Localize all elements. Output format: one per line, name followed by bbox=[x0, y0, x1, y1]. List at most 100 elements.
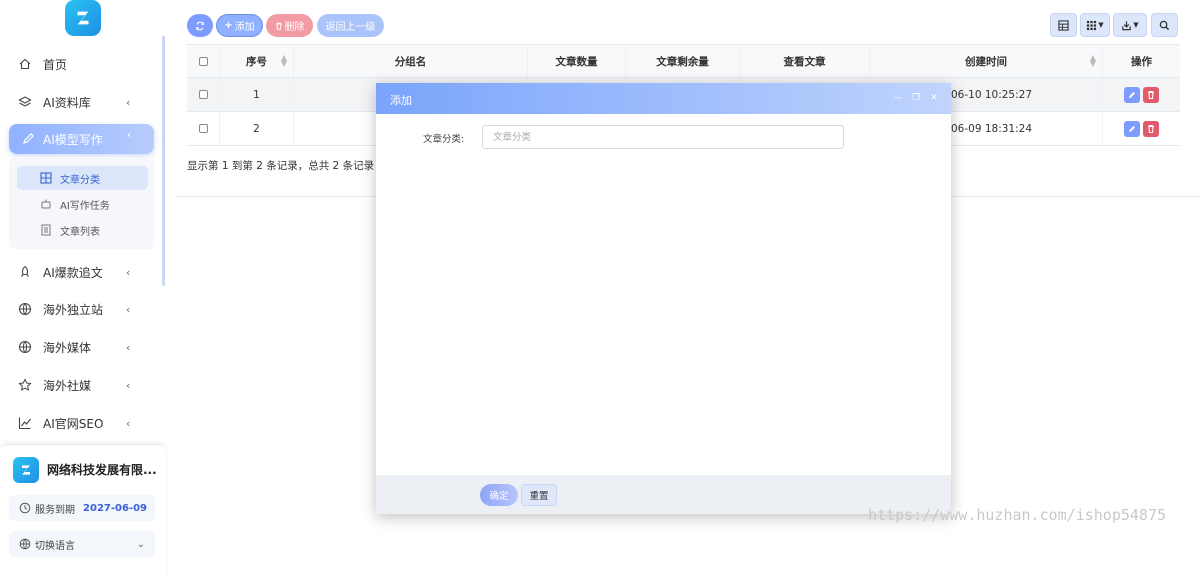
star-icon bbox=[18, 378, 32, 392]
watermark: https://www.huzhan.com/ishop54875 bbox=[868, 506, 1167, 524]
add-button[interactable]: + 添加 bbox=[216, 14, 263, 37]
minimize-icon[interactable]: — bbox=[893, 93, 903, 103]
table-header-row: 序号 ▲ ▼ 分组名 文章数量 文章剩余量 查看文章 创建时间 ▲ ▼ 操作 bbox=[187, 45, 1180, 78]
service-expiry-row: 服务到期 2027-06-09 bbox=[9, 495, 155, 521]
company-logo bbox=[13, 457, 39, 483]
menu-item-home[interactable]: 首页 bbox=[0, 48, 160, 80]
header-article-count: 文章数量 bbox=[528, 45, 626, 77]
logo-icon bbox=[22, 465, 30, 475]
close-icon[interactable]: ✕ bbox=[929, 93, 939, 103]
header-label: 文章剩余量 bbox=[656, 55, 709, 68]
menu-item-ai-writing[interactable]: AI模型写作 ‹ bbox=[9, 124, 154, 154]
submenu-label: 文章列表 bbox=[60, 226, 100, 238]
submenu-item-article-category[interactable]: 文章分类 bbox=[17, 166, 148, 190]
header-group: 分组名 bbox=[294, 45, 528, 77]
company-name: 网络科技发展有限... bbox=[47, 463, 157, 477]
globe-icon bbox=[18, 302, 32, 316]
pencil-icon bbox=[1129, 125, 1135, 132]
chevron-left-icon: ‹ bbox=[126, 265, 131, 279]
submenu-label: 文章分类 bbox=[60, 174, 100, 186]
toggle-view-button[interactable] bbox=[1050, 13, 1077, 37]
plus-icon: + bbox=[224, 20, 233, 31]
sidebar-scrollbar[interactable] bbox=[162, 36, 165, 286]
select-all-checkbox-cell bbox=[187, 45, 220, 77]
chevron-down-icon: ⌄ bbox=[136, 538, 145, 550]
menu-item-ai-seo[interactable]: AI官网SEO ‹ bbox=[0, 407, 160, 439]
add-label: 添加 bbox=[234, 22, 255, 33]
header-actions: 操作 bbox=[1103, 45, 1180, 77]
edit-button[interactable] bbox=[1124, 120, 1140, 137]
back-button[interactable]: 返回上一级 bbox=[317, 14, 384, 37]
expiry-date: 2027-06-09 bbox=[83, 502, 147, 514]
menu-item-ai-library[interactable]: AI资料库 ‹ bbox=[0, 86, 160, 118]
cell-actions bbox=[1103, 112, 1180, 145]
clock-icon bbox=[19, 502, 31, 514]
dialog-header[interactable]: 添加 — ❐ ✕ bbox=[376, 83, 951, 114]
language-label: 切换语言 bbox=[35, 540, 75, 552]
columns-button[interactable]: ▼ bbox=[1080, 13, 1110, 37]
header-label: 序号 bbox=[246, 55, 267, 68]
category-input[interactable] bbox=[482, 125, 844, 149]
chevron-left-icon: ‹ bbox=[126, 95, 131, 109]
row-checkbox[interactable] bbox=[198, 90, 208, 99]
globe-icon bbox=[19, 538, 31, 550]
menu-item-overseas-media[interactable]: 海外媒体 ‹ bbox=[0, 331, 160, 363]
expiry-label: 服务到期 bbox=[35, 504, 75, 516]
select-all-checkbox[interactable] bbox=[198, 56, 208, 66]
sidebar: 首页 AI资料库 ‹ AI模型写作 ‹ 文章分类 AI写作任务 文章列表 AI爆… bbox=[0, 0, 168, 581]
grid-icon bbox=[40, 172, 52, 184]
header-seq[interactable]: 序号 ▲ ▼ bbox=[220, 45, 294, 77]
delete-button[interactable]: 删除 bbox=[266, 14, 313, 37]
search-icon bbox=[1159, 20, 1170, 30]
chevron-left-icon: ‹ bbox=[127, 128, 132, 141]
edit-button[interactable] bbox=[1124, 86, 1140, 103]
sort-icon: ▲ ▼ bbox=[1089, 53, 1096, 68]
menu-label: AI模型写作 bbox=[43, 133, 103, 147]
header-label: 创建时间 bbox=[965, 55, 1007, 68]
menu-label: 海外媒体 bbox=[43, 340, 92, 355]
menu-label: AI资料库 bbox=[43, 95, 91, 110]
cell-seq: 2 bbox=[220, 112, 294, 145]
row-checkbox[interactable] bbox=[198, 124, 208, 133]
row-checkbox-cell bbox=[187, 112, 220, 145]
submenu-item-ai-writing-task[interactable]: AI写作任务 bbox=[17, 192, 148, 216]
chart-icon bbox=[18, 416, 32, 430]
row-checkbox-cell bbox=[187, 78, 220, 111]
menu-item-ai-trending[interactable]: AI爆款追文 ‹ bbox=[0, 256, 160, 288]
chevron-left-icon: ‹ bbox=[126, 340, 131, 354]
sort-icon: ▲ ▼ bbox=[280, 53, 287, 68]
header-label: 查看文章 bbox=[783, 55, 826, 68]
header-label: 操作 bbox=[1131, 55, 1152, 68]
cell-seq: 1 bbox=[220, 78, 294, 111]
submenu-item-article-list[interactable]: 文章列表 bbox=[17, 218, 148, 242]
maximize-icon[interactable]: ❐ bbox=[911, 93, 921, 103]
header-created[interactable]: 创建时间 ▲ ▼ bbox=[870, 45, 1103, 77]
menu-item-overseas-site[interactable]: 海外独立站 ‹ bbox=[0, 293, 160, 325]
pagination-info: 显示第 1 到第 2 条记录，总共 2 条记录 bbox=[187, 160, 375, 172]
header-label: 文章数量 bbox=[555, 55, 598, 68]
dialog-footer: 确定 重置 bbox=[376, 475, 951, 514]
app-logo[interactable] bbox=[65, 0, 101, 36]
rocket-icon bbox=[18, 265, 32, 279]
header-remaining: 文章剩余量 bbox=[626, 45, 740, 77]
caret-down-icon: ▼ bbox=[1133, 21, 1139, 29]
cell-actions bbox=[1103, 78, 1180, 111]
delete-row-button[interactable] bbox=[1143, 86, 1159, 103]
trash-icon bbox=[1148, 90, 1154, 99]
menu-label: AI爆款追文 bbox=[43, 265, 103, 280]
language-switch[interactable]: 切换语言 ⌄ bbox=[9, 531, 155, 557]
reset-button[interactable]: 重置 bbox=[521, 484, 557, 506]
chevron-left-icon: ‹ bbox=[126, 378, 131, 392]
refresh-button[interactable] bbox=[187, 14, 213, 37]
back-label: 返回上一级 bbox=[325, 22, 376, 33]
export-button[interactable]: ▼ bbox=[1113, 13, 1147, 37]
delete-row-button[interactable] bbox=[1143, 120, 1159, 137]
header-view: 查看文章 bbox=[740, 45, 870, 77]
confirm-button[interactable]: 确定 bbox=[480, 484, 518, 506]
company-card: 网络科技发展有限... 服务到期 2027-06-09 切换语言 ⌄ bbox=[0, 444, 166, 581]
delete-label: 删除 bbox=[284, 22, 305, 33]
search-button[interactable] bbox=[1151, 13, 1178, 37]
doc-icon bbox=[40, 224, 52, 236]
submenu: 文章分类 AI写作任务 文章列表 bbox=[9, 157, 154, 249]
menu-item-overseas-social[interactable]: 海外社媒 ‹ bbox=[0, 369, 160, 401]
